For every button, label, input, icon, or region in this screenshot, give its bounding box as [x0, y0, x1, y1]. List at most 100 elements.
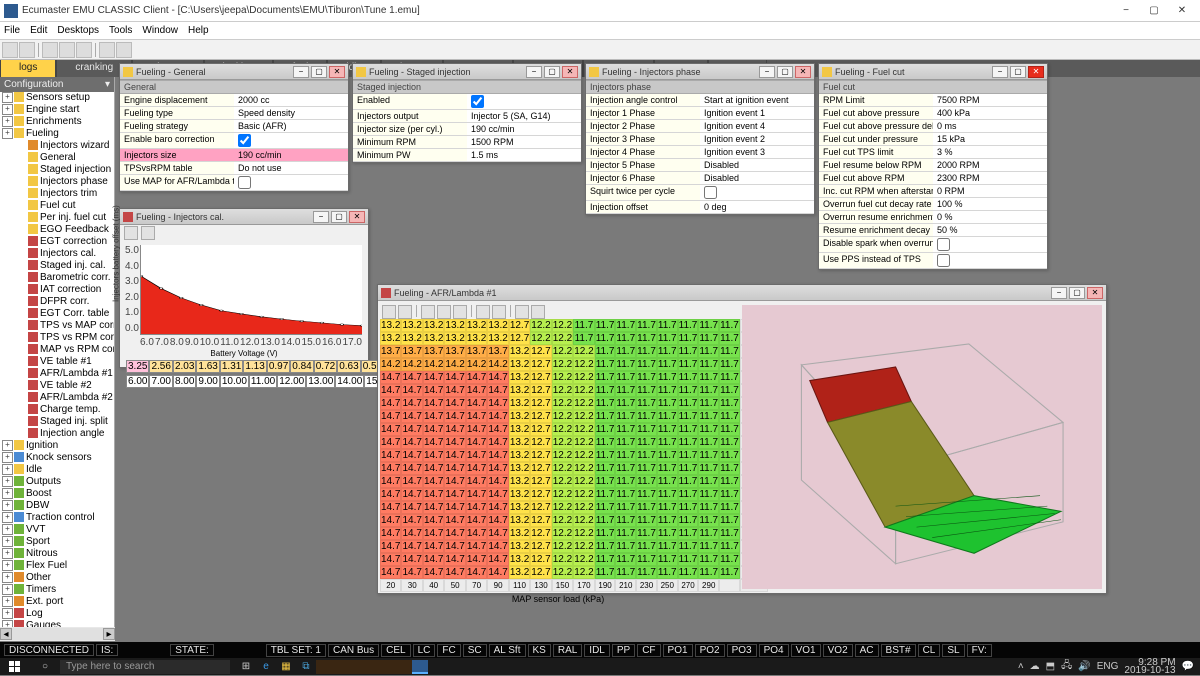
afr-cell[interactable]: 13.2: [509, 436, 530, 449]
afr-cell[interactable]: 14.2: [401, 358, 422, 371]
afr-cell[interactable]: 14.7: [487, 436, 508, 449]
afr-cell[interactable]: 14.7: [380, 527, 401, 540]
param-value[interactable]: Disabled: [700, 172, 814, 185]
panel-close-button[interactable]: ✕: [349, 211, 365, 223]
afr-cell[interactable]: 14.2: [444, 358, 465, 371]
afr-cell[interactable]: 11.7: [678, 475, 699, 488]
afr-cell[interactable]: 12.2: [573, 540, 594, 553]
afr-cell[interactable]: 14.7: [444, 384, 465, 397]
afr-cell[interactable]: 12.7: [530, 488, 551, 501]
afr-cell[interactable]: 14.7: [401, 488, 422, 501]
param-value[interactable]: Ignition event 3: [700, 146, 814, 159]
afr-cell[interactable]: 14.7: [466, 436, 487, 449]
afr-cell[interactable]: 14.7: [487, 488, 508, 501]
cal-cell[interactable]: 0.72: [314, 360, 337, 373]
tree-item[interactable]: Per inj. fuel cut: [0, 212, 114, 224]
color-icon[interactable]: [476, 305, 490, 319]
afr-cell[interactable]: 12.7: [530, 501, 551, 514]
tool-icon-1[interactable]: [42, 42, 58, 58]
panel-max-button[interactable]: ▢: [1069, 287, 1085, 299]
afr-cell[interactable]: 11.7: [719, 553, 740, 566]
afr-cell[interactable]: 11.7: [678, 358, 699, 371]
afr-cell[interactable]: 14.7: [380, 462, 401, 475]
app5-icon[interactable]: [380, 660, 396, 674]
param-value[interactable]: Ignition event 4: [700, 120, 814, 133]
afr-cell[interactable]: 12.2: [552, 566, 573, 579]
tree-item[interactable]: IAT correction: [0, 284, 114, 296]
cal-cell[interactable]: 8.00: [173, 375, 196, 388]
close-button[interactable]: ✕: [1168, 2, 1196, 20]
afr-cell[interactable]: 14.7: [380, 436, 401, 449]
emu-app-icon[interactable]: [412, 660, 428, 674]
param-value[interactable]: 100 %: [933, 198, 1047, 211]
afr-cell[interactable]: 12.2: [552, 410, 573, 423]
help-icon[interactable]: [116, 42, 132, 58]
param-value[interactable]: 50 %: [933, 224, 1047, 237]
afr-cell[interactable]: 11.7: [719, 540, 740, 553]
param-label[interactable]: RPM Limit: [819, 94, 933, 107]
afr-cell[interactable]: 14.7: [423, 410, 444, 423]
tree-item[interactable]: Boost: [0, 488, 114, 500]
param-label[interactable]: Fueling strategy: [120, 120, 234, 133]
afr-cell[interactable]: 11.7: [615, 501, 636, 514]
afr-cell[interactable]: 14.7: [487, 410, 508, 423]
menu-tools[interactable]: Tools: [109, 25, 132, 36]
afr-cell[interactable]: 11.7: [657, 371, 678, 384]
tree-item[interactable]: Sensors setup: [0, 92, 114, 104]
panel-fueling-general[interactable]: Fueling - General−▢✕ General Engine disp…: [119, 63, 349, 192]
cut-icon[interactable]: [99, 42, 115, 58]
afr-cell[interactable]: 14.7: [401, 423, 422, 436]
start-button[interactable]: [0, 658, 30, 675]
afr-cell[interactable]: 13.7: [466, 345, 487, 358]
afr-cell[interactable]: 14.7: [444, 553, 465, 566]
afr-cell[interactable]: 11.7: [595, 345, 616, 358]
afr-cell[interactable]: 14.7: [466, 462, 487, 475]
afr-cell[interactable]: 14.7: [487, 527, 508, 540]
maximize-button[interactable]: ▢: [1140, 2, 1168, 20]
afr-cell[interactable]: 11.7: [678, 397, 699, 410]
info-icon[interactable]: [531, 305, 545, 319]
afr-cell[interactable]: 13.2: [466, 332, 487, 345]
afr-cell[interactable]: 13.2: [380, 332, 401, 345]
cal-cell[interactable]: 6.00: [126, 375, 149, 388]
afr-cell[interactable]: 11.7: [595, 501, 616, 514]
afr-cell[interactable]: 14.7: [380, 410, 401, 423]
afr-cell[interactable]: 14.7: [466, 553, 487, 566]
afr-cell[interactable]: 11.7: [698, 553, 719, 566]
param-label[interactable]: Injection offset: [586, 201, 700, 214]
afr-cell[interactable]: 13.2: [487, 332, 508, 345]
afr-cell[interactable]: 11.7: [615, 423, 636, 436]
scroll-right-icon[interactable]: ▸: [103, 628, 115, 640]
afr-cell[interactable]: 14.7: [423, 566, 444, 579]
param-value[interactable]: 1500 RPM: [467, 136, 581, 149]
afr-cell[interactable]: 11.7: [615, 540, 636, 553]
afr-cell[interactable]: 12.2: [573, 527, 594, 540]
tool-icon-2[interactable]: [59, 42, 75, 58]
afr-cell[interactable]: 14.7: [466, 540, 487, 553]
afr-cell[interactable]: 14.7: [401, 501, 422, 514]
afr-cell[interactable]: 14.7: [487, 397, 508, 410]
tree-item[interactable]: Injection angle: [0, 428, 114, 440]
afr-cell[interactable]: 14.7: [444, 371, 465, 384]
tree-item[interactable]: Charge temp.: [0, 404, 114, 416]
afr-cell[interactable]: 14.2: [423, 358, 444, 371]
afr-cell[interactable]: 11.7: [719, 371, 740, 384]
afr-cell[interactable]: 11.7: [678, 527, 699, 540]
afr-cell[interactable]: 14.7: [423, 423, 444, 436]
afr-cell[interactable]: 14.7: [401, 397, 422, 410]
afr-cell[interactable]: 11.7: [636, 345, 657, 358]
param-label[interactable]: Resume enrichment decay rate: [819, 224, 933, 237]
network-icon[interactable]: 🖧: [1061, 658, 1072, 675]
tree-item[interactable]: DBW: [0, 500, 114, 512]
afr-cell[interactable]: 12.2: [552, 462, 573, 475]
panel-max-button[interactable]: ▢: [311, 66, 327, 78]
param-label[interactable]: Injection angle control: [586, 94, 700, 107]
afr-cell[interactable]: 11.7: [719, 488, 740, 501]
afr-cell[interactable]: 11.7: [678, 423, 699, 436]
tree-header[interactable]: Configuration ▾: [0, 77, 114, 92]
afr-cell[interactable]: 11.7: [719, 397, 740, 410]
param-label[interactable]: Injector 3 Phase: [586, 133, 700, 146]
tree-item[interactable]: Injectors phase: [0, 176, 114, 188]
afr-cell[interactable]: 11.7: [698, 540, 719, 553]
afr-cell[interactable]: 14.7: [423, 436, 444, 449]
